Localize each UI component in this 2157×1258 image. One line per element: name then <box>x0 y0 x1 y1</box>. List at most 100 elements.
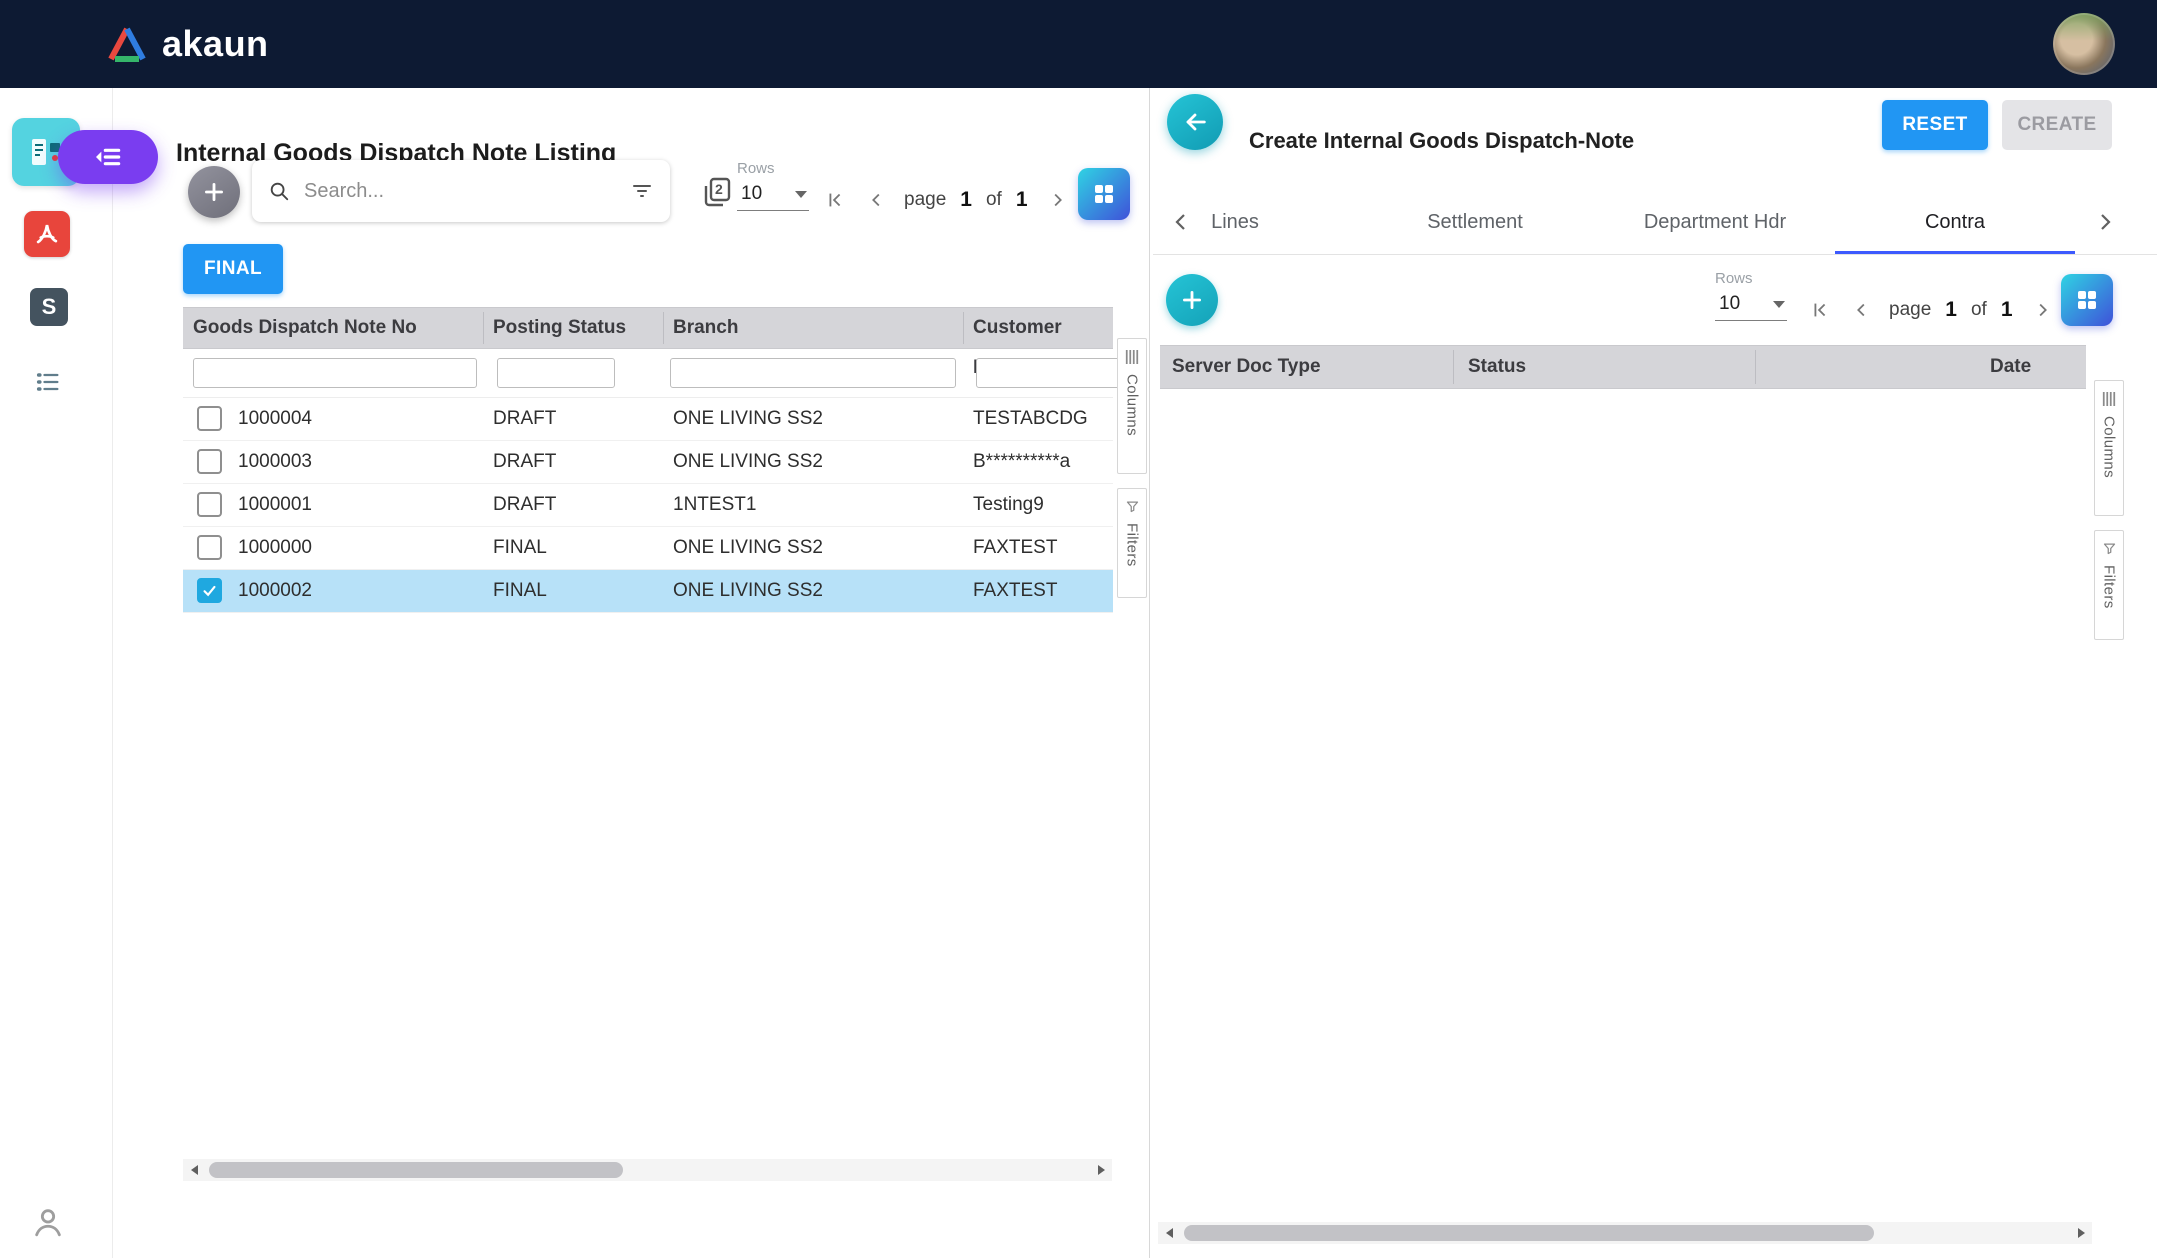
add-record-button[interactable] <box>188 166 240 218</box>
horizontal-scrollbar <box>1158 1222 2092 1244</box>
col-header-customer: Customer Name <box>973 308 1113 348</box>
table-filter-row <box>183 349 1113 398</box>
cell-note-no: 1000000 <box>238 527 312 569</box>
reset-button[interactable]: RESET <box>1882 100 1988 150</box>
sidebar-item-list-app[interactable] <box>28 366 68 398</box>
sidebar-account-button[interactable] <box>28 1202 68 1242</box>
row-checkbox[interactable] <box>197 492 222 517</box>
next-page-button[interactable] <box>1042 185 1072 215</box>
page-total: 1 <box>2001 298 2013 322</box>
of-word: of <box>986 189 1002 211</box>
brand-name: akaun <box>162 23 269 65</box>
columns-side-tab[interactable]: Columns <box>1117 338 1147 474</box>
rows-per-page-select[interactable]: 10 <box>1715 291 1787 321</box>
plus-icon <box>201 179 227 205</box>
row-checkbox[interactable] <box>197 578 222 603</box>
scroll-left-button[interactable] <box>1158 1222 1180 1244</box>
prev-page-button[interactable] <box>862 185 892 215</box>
add-contra-line-button[interactable] <box>1166 274 1218 326</box>
sidebar-item-ledger-app[interactable]: S <box>30 288 68 326</box>
row-checkbox[interactable] <box>197 406 222 431</box>
list-icon <box>32 368 64 396</box>
table-row[interactable]: 1000004 DRAFT ONE LIVING SS2 TESTABCDG <box>183 398 1113 441</box>
check-icon <box>201 582 218 599</box>
duplicate-view-button[interactable]: 2 <box>698 174 736 212</box>
cell-status: FINAL <box>493 570 547 612</box>
view-switcher-button[interactable] <box>1078 168 1130 220</box>
chevron-right-icon <box>1046 189 1068 211</box>
scroll-right-button[interactable] <box>2070 1222 2092 1244</box>
cell-status: FINAL <box>493 527 547 569</box>
cell-branch: ONE LIVING SS2 <box>673 441 823 483</box>
rows-per-page-select[interactable]: 10 <box>737 181 809 211</box>
cell-note-no: 1000004 <box>238 398 312 440</box>
prev-page-button[interactable] <box>1847 295 1877 325</box>
tab-contra[interactable]: Contra <box>1835 190 2075 254</box>
chevron-down-icon <box>795 191 807 198</box>
page-word: page <box>1889 299 1931 321</box>
first-page-button[interactable] <box>820 185 850 215</box>
filter-branch-input[interactable] <box>670 358 956 388</box>
filters-side-tab[interactable]: Filters <box>1117 488 1147 598</box>
column-divider <box>1755 350 1756 384</box>
copy-pages-badge: 2 <box>715 181 723 197</box>
chevron-right-icon <box>2031 299 2053 321</box>
table-header: Goods Dispatch Note No Posting Status Br… <box>183 307 1113 349</box>
sidebar-item-pdf-app[interactable] <box>24 211 70 257</box>
view-switcher-button[interactable] <box>2061 274 2113 326</box>
cell-note-no: 1000002 <box>238 570 312 612</box>
create-button[interactable]: CREATE <box>2002 100 2112 150</box>
cell-note-no: 1000001 <box>238 484 312 526</box>
menu-open-icon <box>92 141 124 173</box>
next-page-button[interactable] <box>2027 295 2057 325</box>
tabs-scroll-right-button[interactable] <box>2091 208 2119 236</box>
filter-customer-input[interactable] <box>976 358 1122 388</box>
triangle-left-icon <box>191 1165 198 1175</box>
final-filter-button[interactable]: FINAL <box>183 244 283 294</box>
scroll-left-button[interactable] <box>183 1159 205 1181</box>
chevron-left-icon <box>1851 299 1873 321</box>
menu-expand-button[interactable] <box>58 130 158 184</box>
columns-tab-label: Columns <box>2101 416 2118 478</box>
cell-branch: ONE LIVING SS2 <box>673 398 823 440</box>
filter-lines-icon[interactable] <box>630 179 654 203</box>
cell-customer: Testing9 <box>973 484 1044 526</box>
brand-logo: akaun <box>106 0 269 88</box>
cell-branch: 1NTEST1 <box>673 484 756 526</box>
table-row[interactable]: 1000003 DRAFT ONE LIVING SS2 B**********… <box>183 441 1113 484</box>
page-number: 1 <box>1945 298 1957 322</box>
table-row[interactable]: 1000000 FINAL ONE LIVING SS2 FAXTEST <box>183 527 1113 570</box>
table-header: Server Doc Type Status Date <box>1160 345 2086 389</box>
scroll-right-button[interactable] <box>1090 1159 1112 1181</box>
table-row[interactable]: 1000002 FINAL ONE LIVING SS2 FAXTEST <box>183 570 1113 613</box>
cell-status: DRAFT <box>493 441 556 483</box>
cell-customer: B**********a <box>973 441 1070 483</box>
col-header-note-no: Goods Dispatch Note No <box>193 308 417 348</box>
search-input[interactable] <box>302 179 618 204</box>
chevron-left-icon <box>866 189 888 211</box>
table-row[interactable]: 1000001 DRAFT 1NTEST1 Testing9 <box>183 484 1113 527</box>
filter-note-no-input[interactable] <box>193 358 477 388</box>
pdf-icon <box>31 218 63 250</box>
user-avatar[interactable] <box>2053 13 2115 75</box>
triangle-right-icon <box>2078 1228 2085 1238</box>
first-page-button[interactable] <box>1805 295 1835 325</box>
scrollbar-thumb[interactable] <box>1184 1225 1874 1241</box>
columns-side-tab[interactable]: Columns <box>2094 380 2124 516</box>
rows-per-page: Rows 10 <box>1715 270 1787 321</box>
col-header-status: Posting Status <box>493 308 626 348</box>
row-checkbox[interactable] <box>197 535 222 560</box>
first-page-icon <box>1809 299 1831 321</box>
rows-label: Rows <box>737 160 809 177</box>
tabs-scroll-left-button[interactable] <box>1167 208 1195 236</box>
filters-side-tab[interactable]: Filters <box>2094 530 2124 640</box>
scrollbar-thumb[interactable] <box>209 1162 623 1178</box>
filters-tab-label: Filters <box>2101 565 2118 609</box>
tab-settlement[interactable]: Settlement <box>1355 190 1595 254</box>
tab-department-hdr[interactable]: Department Hdr <box>1595 190 1835 254</box>
filter-status-input[interactable] <box>497 358 615 388</box>
row-checkbox[interactable] <box>197 449 222 474</box>
cell-status: DRAFT <box>493 484 556 526</box>
back-button[interactable] <box>1167 94 1223 150</box>
horizontal-scrollbar <box>183 1159 1112 1181</box>
